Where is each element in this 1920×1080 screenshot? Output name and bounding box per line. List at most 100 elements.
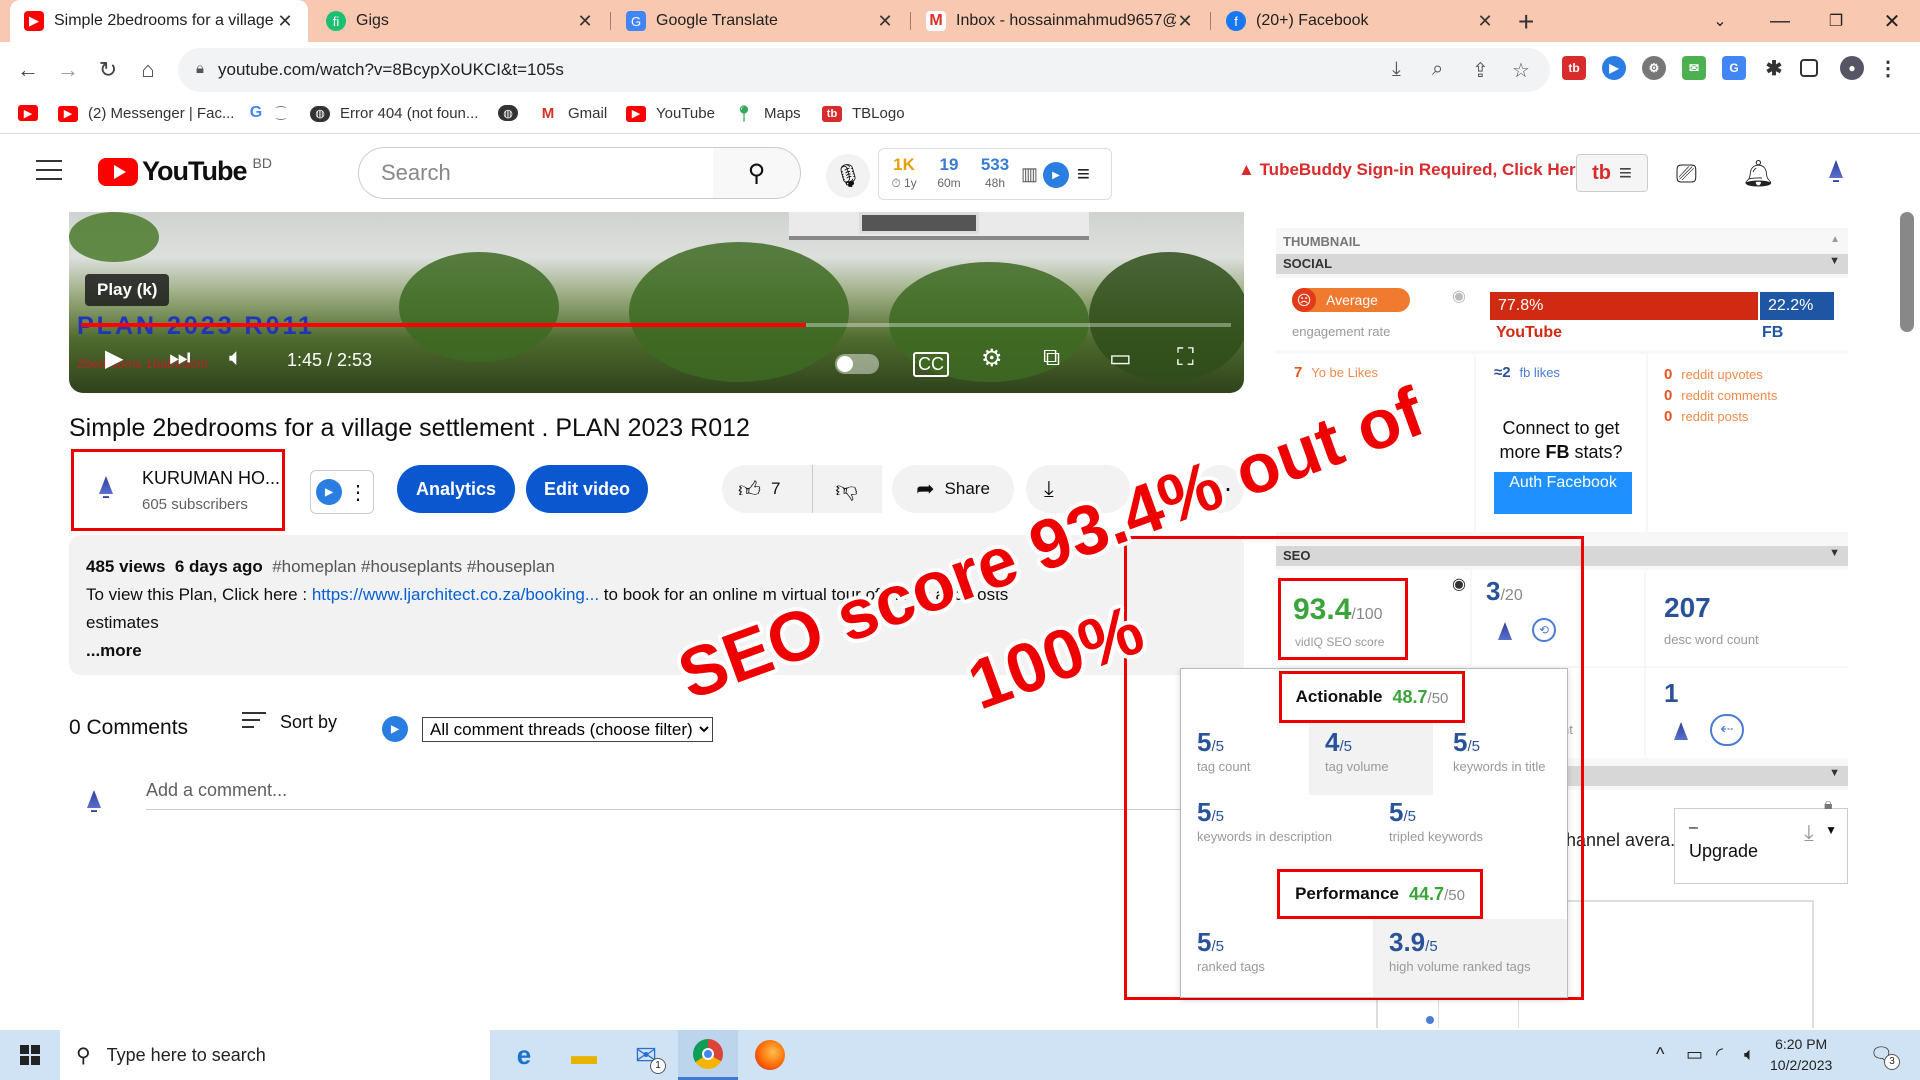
upgrade-label[interactable]: Upgrade: [1689, 841, 1758, 862]
upgrade-dropdown[interactable]: – Upgrade ▼: [1674, 808, 1848, 884]
comment-filter-select[interactable]: All comment threads (choose filter): [422, 716, 713, 742]
translate-extension-icon[interactable]: G: [1722, 56, 1746, 80]
play-icon[interactable]: ▶: [105, 344, 123, 373]
file-explorer-icon[interactable]: ▬: [554, 1030, 614, 1080]
bookmark-youtube[interactable]: ▶: [18, 105, 48, 121]
seo-score-highlight[interactable]: 93.4/100 vidIQ SEO score: [1278, 578, 1408, 660]
vidiq-extension-icon[interactable]: ▶: [1602, 56, 1626, 80]
tab-gmail[interactable]: M Inbox - hossainmahmud9657@g ✕: [912, 0, 1208, 42]
vidiq-channel-button[interactable]: ▶ ⋮: [310, 470, 374, 514]
tubebuddy-menu-button[interactable]: tb ≡: [1576, 154, 1648, 192]
close-icon[interactable]: ✕: [276, 11, 294, 32]
youtube-logo[interactable]: YouTube BD: [98, 155, 272, 187]
add-user-icon[interactable]: ⇠: [1710, 714, 1744, 746]
battery-icon[interactable]: ▭: [1686, 1044, 1703, 1065]
bar-chart-icon[interactable]: ▥: [1021, 164, 1038, 185]
extension-icon[interactable]: ⚙: [1642, 56, 1666, 80]
taskbar-search[interactable]: ⚲ Type here to search: [60, 1030, 490, 1080]
video-player[interactable]: Play (k) PLAN 2023 R011 2bedrooms 1bathr…: [69, 212, 1244, 393]
eye-icon[interactable]: ◉: [1452, 286, 1466, 306]
share-button[interactable]: ➦ Share: [892, 465, 1014, 513]
auth-facebook-button[interactable]: Auth Facebook: [1494, 472, 1632, 514]
bookmark-youtube-2[interactable]: ▶ YouTube: [626, 105, 715, 122]
minimize-button[interactable]: —: [1750, 0, 1810, 42]
theater-mode-icon[interactable]: ▭: [1109, 344, 1132, 373]
restore-button[interactable]: ❐: [1806, 0, 1866, 42]
close-icon[interactable]: ✕: [876, 11, 894, 32]
booking-link[interactable]: https://www.ljarchitect.co.za/booking...: [312, 585, 599, 604]
bookmark-messenger[interactable]: ▶ (2) Messenger | Fac...: [58, 105, 234, 122]
voice-search-button[interactable]: 🎙︎: [826, 154, 870, 198]
notifications-bell-icon[interactable]: 🔔︎: [1742, 158, 1775, 189]
menu-icon[interactable]: ≡: [1077, 161, 1090, 187]
wifi-icon[interactable]: ◜: [1716, 1044, 1723, 1065]
home-icon[interactable]: ⌂: [132, 54, 164, 86]
menu-kebab-icon[interactable]: ⋮: [1876, 56, 1900, 80]
tab-gigs[interactable]: fi Gigs ✕: [312, 0, 608, 42]
install-icon[interactable]: ⤓: [1392, 58, 1401, 81]
bookmark-error-404[interactable]: ◍ Error 404 (not foun...: [310, 105, 478, 122]
new-tab-button[interactable]: +: [1518, 6, 1534, 38]
search-input[interactable]: Search: [358, 147, 714, 199]
tubebuddy-signin-warning[interactable]: ▲ TubeBuddy Sign-in Required, Click Here: [1238, 160, 1585, 180]
bookmark-globe[interactable]: ◍: [498, 105, 528, 121]
firefox-icon[interactable]: [740, 1030, 800, 1080]
add-comment-input[interactable]: Add a comment...: [146, 780, 1226, 810]
puzzle-icon[interactable]: ✱: [1762, 56, 1786, 80]
download-icon[interactable]: ⤓: [1804, 820, 1814, 846]
social-section-header[interactable]: SOCIAL ▼: [1276, 254, 1848, 274]
bookmark-gmail[interactable]: M Gmail: [538, 105, 607, 122]
volume-icon[interactable]: 🔈︎: [1744, 1044, 1755, 1065]
page-scrollbar[interactable]: [1900, 212, 1914, 332]
star-icon[interactable]: ☆: [1512, 58, 1530, 83]
account-avatar[interactable]: ▬: [1816, 152, 1856, 192]
tab-facebook[interactable]: f (20+) Facebook ✕: [1212, 0, 1508, 42]
comment-filter[interactable]: ▶ All comment threads (choose filter): [382, 716, 713, 742]
sort-by-button[interactable]: Sort by: [242, 712, 337, 733]
tab-search-chevron-icon[interactable]: ⌄: [1690, 0, 1750, 42]
hashtags[interactable]: #homeplan #houseplants #houseplan: [272, 557, 555, 576]
tab-youtube[interactable]: ▶ Simple 2bedrooms for a village s ✕: [10, 0, 308, 42]
vidiq-logo-icon[interactable]: ▶: [1043, 162, 1069, 188]
captions-icon[interactable]: CC: [913, 352, 949, 377]
share-icon[interactable]: ⇪: [1472, 58, 1489, 83]
channel-avatar[interactable]: ▬: [86, 468, 126, 508]
chrome-icon[interactable]: [678, 1030, 738, 1080]
url-text[interactable]: youtube.com/watch?v=8BcypXoUKCI&t=105s: [218, 60, 564, 80]
edit-video-button[interactable]: Edit video: [526, 465, 648, 513]
bookmark-google[interactable]: G ⁐: [246, 104, 286, 121]
fullscreen-icon[interactable]: ⛶: [1177, 344, 1194, 372]
close-icon[interactable]: ✕: [576, 11, 594, 32]
bookmark-tblogo[interactable]: tb TBLogo: [822, 105, 905, 122]
channel-info[interactable]: ▬ KURUMAN HO... 605 subscribers: [71, 449, 285, 531]
bookmark-maps[interactable]: 📍︎ Maps: [734, 105, 801, 123]
lock-icon[interactable]: 🔒︎: [196, 60, 204, 77]
omnibox[interactable]: 🔒︎ youtube.com/watch?v=8BcypXoUKCI&t=105…: [178, 48, 1550, 92]
close-window-button[interactable]: ✕: [1862, 0, 1920, 42]
back-button[interactable]: ←: [12, 54, 44, 86]
channel-name[interactable]: KURUMAN HO...: [142, 468, 280, 489]
analytics-button[interactable]: Analytics: [397, 465, 515, 513]
start-button[interactable]: [0, 1030, 60, 1080]
autoplay-toggle[interactable]: [835, 354, 879, 374]
mail-extension-icon[interactable]: ✉: [1682, 56, 1706, 80]
close-icon[interactable]: ✕: [1176, 11, 1194, 32]
volume-icon[interactable]: 🔈︎: [229, 344, 243, 372]
notification-center-icon[interactable]: 🗨︎ 3: [1870, 1044, 1900, 1070]
dislike-button[interactable]: 👎︎: [812, 465, 880, 513]
reload-button[interactable]: ↻: [92, 54, 124, 86]
vidiq-toolbar[interactable]: 1K ⏱ 1y 19 60m 533 48h ▥ ▶ ≡: [878, 148, 1112, 200]
create-video-icon[interactable]: ⎚: [1676, 158, 1697, 190]
next-icon[interactable]: ⏭︎: [169, 344, 191, 372]
search-button[interactable]: ⚲: [713, 147, 801, 199]
tray-chevron-icon[interactable]: ^: [1656, 1044, 1664, 1065]
tubebuddy-extension-icon[interactable]: tb: [1562, 56, 1586, 80]
miniplayer-icon[interactable]: ⧉: [1043, 344, 1060, 372]
video-progress-bar[interactable]: [81, 323, 1231, 327]
thumbnail-section-header[interactable]: THUMBNAIL: [1283, 234, 1360, 249]
zoom-icon[interactable]: ⌕: [1432, 58, 1443, 81]
collapse-up-icon[interactable]: ▲: [1830, 234, 1840, 245]
mail-icon[interactable]: ✉ 1: [616, 1030, 676, 1080]
profile-avatar[interactable]: ●: [1840, 56, 1864, 80]
taskbar-clock[interactable]: 6:20 PM 10/2/2023: [1770, 1034, 1832, 1076]
